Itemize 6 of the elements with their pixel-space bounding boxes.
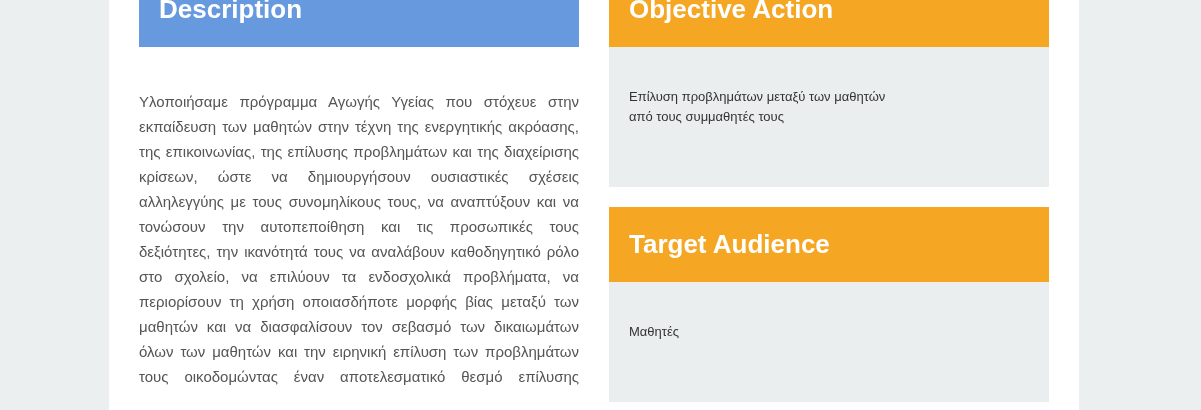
section-title: Target Audience [629,228,830,261]
section-title: Objective Action [629,0,834,26]
description-paragraph: Υλοποιήσαμε πρόγραμμα Αγωγής Υγείας που στόχευε στην εκπαίδευση των μαθητών στην τέχνη της ενεργητικής ακρόασης, της επικοινωνίας, της επίλυσης προβλημάτων και της διαχείρισης κρίσεων, ώστε να δημιουργήσουν ουσιαστικές σχέσεις αλληλεγγύης με τους συνομηλίκους τους, να αναπτύξουν και να τονώσουν την αυτοπεποίθηση και τις προσωπικές τους δεξιότητες, την ικανότητά τους να αναλάβουν καθοδηγητικό ρόλο στο σχολείο, να επιλύουν τα ενδοσχολικά προβλήματα, να περιορίσουν τη χρήση οποιασδήποτε μορφής βίας μεταξύ των μαθητών και να διασφαλίσουν τον σεβασμό των δικαιωμάτων όλων των μαθητών και την ειρηνική επίλυση των προβλημάτων τους οικοδομώντας έναν αποτελεσματικό θεσμό επίλυσης [139,92,579,387]
card-text: Επίλυση προβλημάτων μεταξύ των μαθητών από τους συμμαθητές τους [629,88,887,126]
card-text: Μαθητές [629,323,680,341]
section-title: Description [159,0,303,26]
